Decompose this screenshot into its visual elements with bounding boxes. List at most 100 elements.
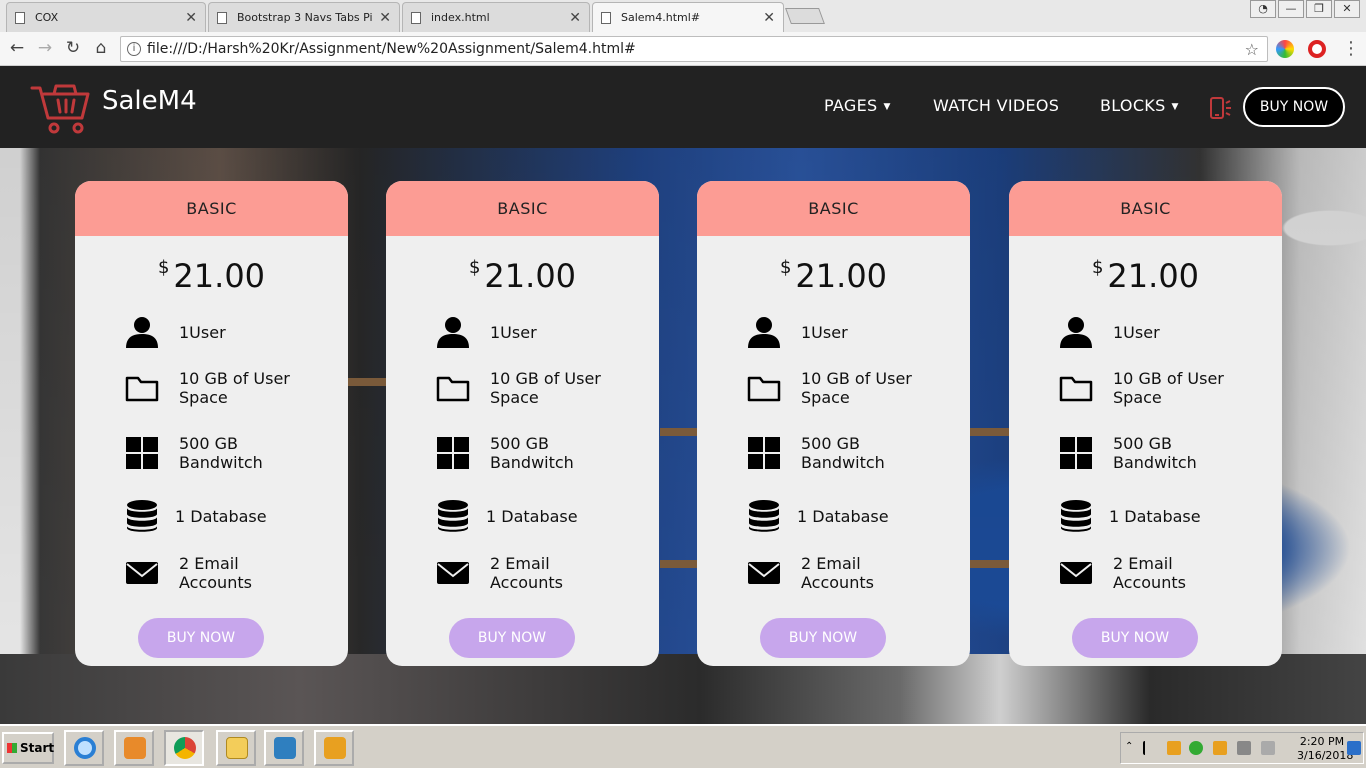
feature-text: 1User <box>490 322 537 342</box>
close-icon[interactable]: ✕ <box>379 10 391 26</box>
price-value: 21.00 <box>484 257 577 295</box>
opera-icon[interactable] <box>1308 40 1326 58</box>
price-value: 21.00 <box>173 257 266 295</box>
taskbar-lync[interactable] <box>264 730 304 766</box>
feature-database: 1 Database <box>747 499 927 533</box>
browser-tab-strip: COX ✕ Bootstrap 3 Navs Tabs Pills ✕ inde… <box>0 0 1366 32</box>
nav-pages[interactable]: PAGES ▼ <box>824 96 891 115</box>
clock[interactable]: 2:20 PM 3/16/2018 <box>1297 735 1353 763</box>
flag-icon[interactable] <box>1143 741 1157 755</box>
menu-kebab-icon[interactable]: ⋮ <box>1342 38 1360 59</box>
start-button[interactable]: Start <box>2 732 54 764</box>
feature-text: 10 GB of User Space <box>490 369 601 407</box>
back-icon[interactable]: ← <box>6 38 28 58</box>
forward-icon[interactable]: → <box>34 38 56 58</box>
profile-icon[interactable]: ◔ <box>1250 0 1276 18</box>
nav-watch-videos[interactable]: WATCH VIDEOS <box>933 96 1059 115</box>
pricing-card: BASIC $21.00 1User 10 GB of User Space 5… <box>386 181 659 666</box>
taskbar-media-player[interactable] <box>114 730 154 766</box>
caret-down-icon: ▼ <box>883 102 891 112</box>
restore-button[interactable]: ❐ <box>1306 0 1332 18</box>
feature-users: 1User <box>747 315 931 349</box>
feature-text: 2 Email Accounts <box>1113 554 1186 592</box>
buy-now-button[interactable]: BUY NOW <box>138 618 264 658</box>
lync-icon <box>274 737 296 759</box>
shopping-cart-icon[interactable] <box>30 80 92 136</box>
address-bar[interactable]: i file:///D:/Harsh%20Kr/Assignment/New%2… <box>120 36 1268 62</box>
feature-space: 10 GB of User Space <box>436 369 620 407</box>
show-hidden-icons-icon[interactable]: ⌃ <box>1125 741 1139 755</box>
feature-bandwidth: 500 GB Bandwitch <box>1059 434 1243 472</box>
feature-text: 1User <box>179 322 226 342</box>
taskbar-explorer[interactable] <box>216 730 256 766</box>
feature-space: 10 GB of User Space <box>1059 369 1243 407</box>
sync-icon[interactable] <box>1189 741 1203 755</box>
bookmark-star-icon[interactable]: ☆ <box>1245 40 1259 59</box>
tab-title: Salem4.html# <box>621 11 701 24</box>
system-tray: ⌃ 2:20 PM 3/16/2018 <box>1120 732 1364 764</box>
taskbar-chrome[interactable] <box>164 730 204 766</box>
user-icon <box>126 317 158 348</box>
user-icon <box>437 317 469 348</box>
nav-watch-videos-label: WATCH VIDEOS <box>933 96 1060 115</box>
internet-explorer-icon <box>74 737 96 759</box>
extension-icon[interactable] <box>1276 40 1294 58</box>
feature-users: 1User <box>436 315 620 349</box>
buy-now-button[interactable]: BUY NOW <box>449 618 575 658</box>
network-icon[interactable] <box>1237 741 1251 755</box>
feature-database: 1 Database <box>1059 499 1239 533</box>
feature-email: 2 Email Accounts <box>747 554 931 592</box>
envelope-icon <box>1060 562 1092 584</box>
minimize-button[interactable]: — <box>1278 0 1304 18</box>
tab-index[interactable]: index.html ✕ <box>402 2 590 32</box>
reload-icon[interactable]: ↻ <box>62 38 84 58</box>
tab-salem4[interactable]: Salem4.html# ✕ <box>592 2 784 32</box>
tab-cox[interactable]: COX ✕ <box>6 2 206 32</box>
buy-now-button[interactable]: BUY NOW <box>1072 618 1198 658</box>
buy-now-button[interactable]: BUY NOW <box>760 618 886 658</box>
site-navbar: SaleM4 PAGES ▼ WATCH VIDEOS BLOCKS ▼ BUY N… <box>0 66 1366 148</box>
plan-price: $21.00 <box>75 257 348 295</box>
volume-icon[interactable] <box>1261 741 1275 755</box>
feature-text: 2 Email Accounts <box>490 554 563 592</box>
info-icon[interactable]: i <box>127 42 141 56</box>
taskbar-outlook[interactable] <box>314 730 354 766</box>
nav-blocks[interactable]: BLOCKS ▼ <box>1100 96 1179 115</box>
outlook-tray-icon[interactable] <box>1167 741 1181 755</box>
folder-icon <box>226 737 248 759</box>
feature-bandwidth: 500 GB Bandwitch <box>747 434 931 472</box>
new-tab-button[interactable] <box>785 8 825 24</box>
feature-bandwidth: 500 GB Bandwitch <box>125 434 309 472</box>
plan-name: BASIC <box>697 181 970 236</box>
close-icon[interactable]: ✕ <box>185 10 197 26</box>
shelf <box>348 378 388 386</box>
close-window-button[interactable]: ✕ <box>1334 0 1360 18</box>
folder-icon <box>125 376 159 402</box>
folder-icon <box>436 376 470 402</box>
feature-text: 1 Database <box>1109 506 1201 526</box>
mobile-phone-icon[interactable] <box>1208 96 1234 120</box>
feature-email: 2 Email Accounts <box>1059 554 1243 592</box>
brand-name[interactable]: SaleM4 <box>102 86 197 116</box>
envelope-icon <box>748 562 780 584</box>
windows-taskbar: Start ⌃ 2:20 PM 3/16/2018 <box>0 724 1366 768</box>
feature-bandwidth: 500 GB Bandwitch <box>436 434 620 472</box>
feature-text: 10 GB of User Space <box>179 369 290 407</box>
plan-name: BASIC <box>75 181 348 236</box>
close-icon[interactable]: ✕ <box>763 10 775 26</box>
feature-text: 500 GB Bandwitch <box>801 434 885 472</box>
tab-bootstrap[interactable]: Bootstrap 3 Navs Tabs Pills ✕ <box>208 2 400 32</box>
show-desktop-icon[interactable] <box>1347 741 1361 755</box>
page-icon <box>601 11 611 24</box>
home-icon[interactable]: ⌂ <box>90 38 112 58</box>
close-icon[interactable]: ✕ <box>569 10 581 26</box>
taskbar-internet-explorer[interactable] <box>64 730 104 766</box>
browser-toolbar: ← → ↻ ⌂ i file:///D:/Harsh%20Kr/Assignme… <box>0 32 1366 66</box>
feature-text: 1User <box>801 322 848 342</box>
plan-name: BASIC <box>1009 181 1282 236</box>
envelope-icon <box>437 562 469 584</box>
nav-buy-now-button[interactable]: BUY NOW <box>1243 87 1345 127</box>
security-icon[interactable] <box>1213 741 1227 755</box>
user-icon <box>1060 317 1092 348</box>
pricing-card: BASIC $21.00 1User 10 GB of User Space 5… <box>75 181 348 666</box>
